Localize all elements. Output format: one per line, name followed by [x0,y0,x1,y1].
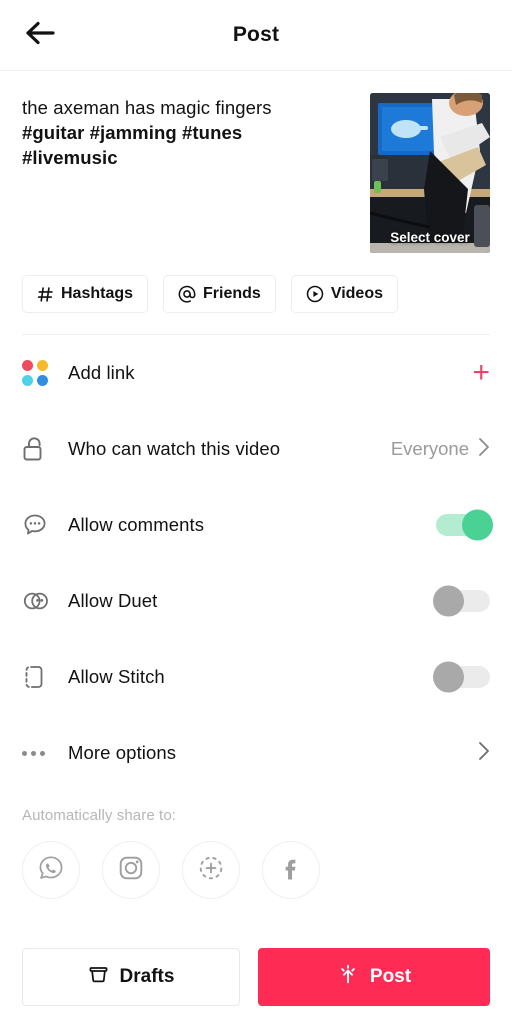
header: Post [0,0,512,71]
share-instagram-story-button[interactable] [182,841,240,899]
post-button[interactable]: Post [258,948,490,1006]
caption-line-2: #guitar #jamming #tunes [22,122,243,143]
instagram-icon [116,853,146,888]
allow-stitch-toggle[interactable] [433,661,490,693]
duet-icon [22,589,68,613]
cover-thumbnail[interactable]: Select cover [370,93,490,253]
allow-comments-label: Allow comments [68,514,205,535]
share-targets [0,824,512,899]
privacy-label: Who can watch this video [68,438,281,459]
drafts-label: Drafts [119,966,175,987]
select-cover-label: Select cover [390,230,470,245]
comment-bubble-icon [22,512,68,538]
hash-icon [37,286,54,303]
ellipsis-icon [22,750,68,756]
more-options-label: More options [68,742,177,763]
whatsapp-icon [36,853,66,888]
stitch-icon [22,664,68,690]
caption-input[interactable]: the axeman has magic fingers #guitar #ja… [22,93,356,253]
facebook-icon [276,853,306,888]
plus-icon[interactable]: + [472,358,490,388]
bottom-action-bar: Drafts Post [0,948,512,1024]
privacy-value: Everyone [390,438,469,459]
instagram-story-icon [196,853,226,888]
at-icon [178,285,196,303]
add-link-label: Add link [68,362,135,383]
post-label: Post [369,966,412,987]
page-title: Post [232,23,280,46]
chip-hashtags-label: Hashtags [61,285,134,302]
share-instagram-button[interactable] [102,841,160,899]
allow-stitch-label: Allow Stitch [68,666,165,687]
chevron-right-icon [478,437,490,462]
chip-videos[interactable]: Videos [290,275,398,313]
caption-section: the axeman has magic fingers #guitar #ja… [0,71,512,253]
row-privacy[interactable]: Who can watch this video Everyone [22,411,490,487]
chevron-right-icon [478,741,490,766]
back-button[interactable] [18,13,62,57]
allow-comments-toggle[interactable] [436,509,493,541]
caption-line-3: #livemusic [22,147,118,168]
chip-friends[interactable]: Friends [163,275,276,313]
chip-videos-label: Videos [330,285,383,302]
share-whatsapp-button[interactable] [22,841,80,899]
share-title: Automatically share to: [22,807,177,824]
caption-line-1: the axeman has magic fingers [22,97,272,118]
options-list: Add link + Who can watch this video Ever… [0,335,512,791]
archive-box-icon [88,964,109,991]
share-facebook-button[interactable] [262,841,320,899]
back-arrow-icon [25,20,55,51]
row-more-options[interactable]: More options [22,715,490,791]
post-screen: Post the axeman has magic fingers #guita… [0,0,512,1024]
chip-row: Hashtags Friends Videos [0,253,512,313]
row-add-link[interactable]: Add link + [22,335,490,411]
cover-image [370,93,490,253]
drafts-button[interactable]: Drafts [22,948,240,1006]
row-allow-duet[interactable]: Allow Duet [22,563,490,639]
unlock-icon [22,436,68,462]
row-allow-stitch[interactable]: Allow Stitch [22,639,490,715]
allow-duet-toggle[interactable] [433,585,490,617]
allow-duet-label: Allow Duet [68,590,158,611]
row-allow-comments[interactable]: Allow comments [22,487,493,563]
color-dots-icon [22,360,68,386]
upload-sparkle-icon [337,963,359,991]
chip-hashtags[interactable]: Hashtags [22,275,149,313]
play-circle-icon [306,285,324,303]
chip-friends-label: Friends [203,285,261,302]
